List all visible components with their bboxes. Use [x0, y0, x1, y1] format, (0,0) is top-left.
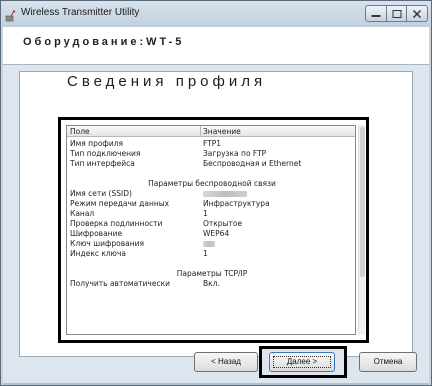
field-name: Тип интерфейса — [70, 159, 135, 168]
table-row: Получить автоматически Вкл. — [67, 279, 355, 289]
field-name: Имя профиля — [70, 139, 124, 148]
table-row: Тип интерфейса Беспроводная и Ethernet — [67, 159, 355, 169]
scroll-thumb[interactable] — [360, 127, 365, 277]
field-value: Открытое — [203, 219, 243, 228]
field-name: Проверка подлинности — [70, 219, 163, 228]
section-label: Параметры TCP/IP — [176, 269, 248, 278]
table-section-row — [67, 169, 355, 179]
column-header-field[interactable]: Поле — [70, 127, 90, 136]
column-header-value[interactable]: Значение — [203, 127, 241, 136]
app-window: Wireless Transmitter Utility Оборудовани… — [0, 0, 432, 386]
back-button[interactable]: < Назад — [194, 352, 258, 372]
field-value: Инфраструктура — [203, 199, 270, 208]
table-section-row: Параметры TCP/IP — [67, 269, 355, 279]
field-name: Шифрование — [70, 229, 123, 238]
field-value: WEP64 — [203, 229, 230, 238]
close-icon — [412, 9, 422, 18]
table-row: Имя профиля FTP1 — [67, 139, 355, 149]
table-row: Проверка подлинности Открытое — [67, 219, 355, 229]
cancel-button[interactable]: Отмена — [359, 352, 417, 372]
field-value: Вкл. — [203, 279, 220, 288]
field-name: Тип подключения — [70, 149, 141, 158]
field-name: Ключ шифрования — [70, 239, 145, 248]
field-value: Беспроводная и Ethernet — [203, 159, 302, 168]
page-title: Сведения профиля — [67, 73, 267, 90]
table-row: Канал 1 — [67, 209, 355, 219]
obscured-value — [203, 239, 215, 248]
wireless-antenna-icon — [5, 7, 17, 22]
close-button[interactable] — [406, 5, 428, 22]
table-section-row — [67, 259, 355, 269]
table-header: Поле Значение — [67, 126, 355, 137]
table-row: Шифрование WEP64 — [67, 229, 355, 239]
section-label: Параметры беспроводной связи — [148, 179, 276, 188]
field-value: 1 — [203, 209, 208, 218]
window-title: Wireless Transmitter Utility — [21, 7, 140, 18]
next-button[interactable]: Далее > — [269, 352, 335, 372]
field-value: 1 — [203, 249, 208, 258]
maximize-button[interactable] — [386, 5, 407, 22]
field-name: Режим передачи данных — [70, 199, 170, 208]
table-row: Ключ шифрования — [67, 239, 355, 249]
field-value: FTP1 — [203, 139, 222, 148]
field-name: Индекс ключа — [70, 249, 127, 258]
table-row: Тип подключения Загрузка по FTP — [67, 149, 355, 159]
equipment-title: Оборудование:WT-5 — [23, 36, 185, 48]
field-value: Загрузка по FTP — [203, 149, 267, 158]
field-name: Канал — [70, 209, 95, 218]
maximize-icon — [392, 9, 401, 18]
obscured-value — [203, 189, 247, 198]
table-row: Режим передачи данных Инфраструктура — [67, 199, 355, 209]
vertical-scrollbar[interactable] — [358, 125, 365, 335]
table-row: Индекс ключа 1 — [67, 249, 355, 259]
field-name: Имя сети (SSID) — [70, 189, 132, 198]
table-row: Имя сети (SSID) — [67, 189, 355, 199]
minimize-button[interactable] — [365, 5, 387, 22]
profile-table-frame: Поле Значение Имя профиля FTP1 Тип подключ… — [58, 117, 369, 343]
title-bar[interactable]: Wireless Transmitter Utility — [1, 1, 431, 27]
field-name: Получить автоматически — [70, 279, 170, 288]
profile-table[interactable]: Поле Значение Имя профиля FTP1 Тип подключ… — [66, 125, 356, 335]
minimize-icon — [371, 14, 381, 17]
table-section-row: Параметры беспроводной связи — [67, 179, 355, 189]
